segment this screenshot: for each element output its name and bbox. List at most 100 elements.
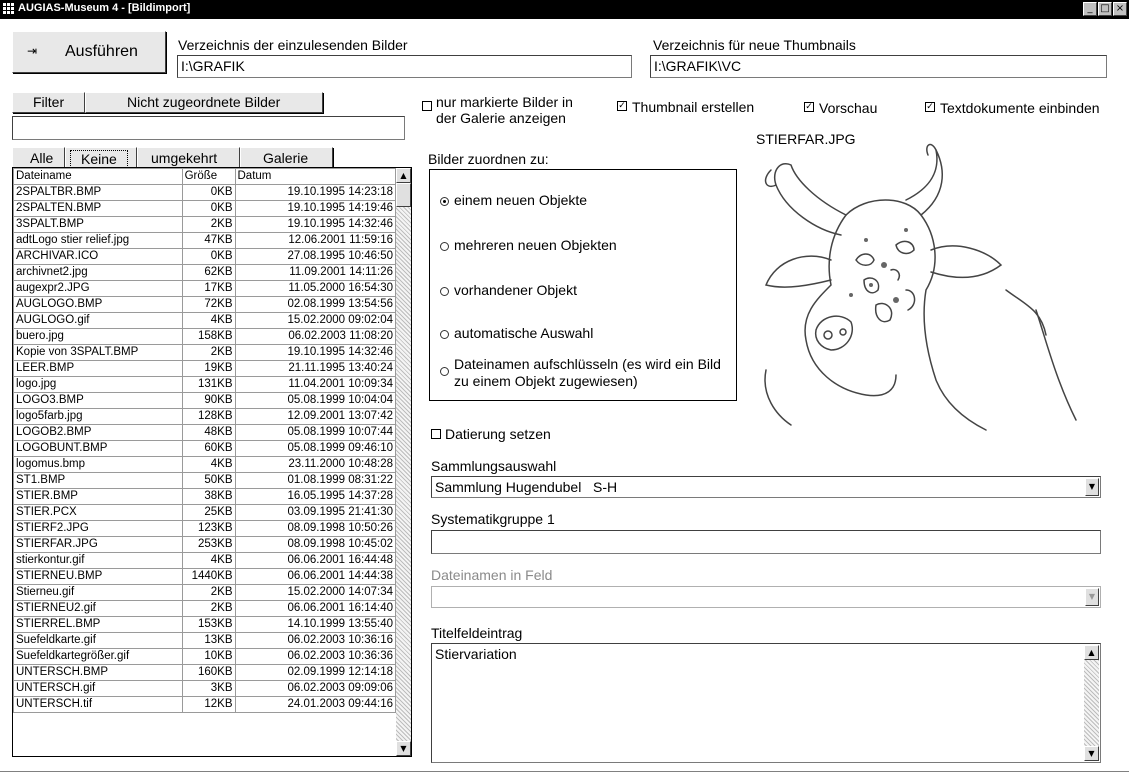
- table-row[interactable]: STIERREL.BMP 153KB 14.10.1999 13:55:40: [13, 616, 396, 633]
- create-thumbnail-checkbox[interactable]: ✓: [617, 101, 627, 111]
- assign-option-4[interactable]: Dateinamen aufschlüsseln (es wird ein Bi…: [454, 356, 721, 390]
- table-row[interactable]: LOGOBUNT.BMP 60KB 05.08.1999 09:46:10: [13, 440, 396, 457]
- assign-option-radio-1[interactable]: [440, 242, 449, 251]
- table-row[interactable]: logo5farb.jpg 128KB 12.09.2001 13:07:42: [13, 408, 396, 425]
- include-text-checkbox[interactable]: ✓: [925, 102, 935, 112]
- scroll-down-icon[interactable]: ▼: [396, 741, 411, 756]
- table-row[interactable]: UNTERSCH.tif 12KB 24.01.2003 09:44:16: [13, 696, 396, 713]
- source-dir-value: I:\GRAFIK: [181, 58, 245, 74]
- table-row[interactable]: ST1.BMP 50KB 01.08.1999 08:31:22: [13, 472, 396, 489]
- thumb-dir-label: Verzeichnis für neue Thumbnails: [653, 37, 856, 53]
- scroll-thumb[interactable]: [396, 183, 411, 207]
- table-row[interactable]: adtLogo stier relief.jpg 47KB 12.06.2001 1…: [13, 232, 396, 249]
- file-date-cell: 06.02.2003 11:08:20: [234, 328, 396, 345]
- systematics-input[interactable]: [431, 530, 1101, 554]
- table-row[interactable]: 3SPALT.BMP 2KB 19.10.1995 14:32:46: [13, 216, 396, 233]
- title-scroll-up-icon[interactable]: ▲: [1084, 645, 1099, 660]
- only-marked-checkbox[interactable]: [422, 101, 432, 111]
- collection-select[interactable]: Sammlung Hugendubel S-H ▼: [431, 476, 1101, 498]
- table-row[interactable]: Stierneu.gif 2KB 15.02.2000 14:07:34: [13, 584, 396, 601]
- file-list[interactable]: Dateiname Größe Datum 2SPALTBR.BMP 0KB 19.…: [12, 167, 412, 757]
- file-date-cell: 06.02.2003 10:36:16: [234, 632, 396, 649]
- table-row[interactable]: STIERF2.JPG 123KB 08.09.1998 10:50:26: [13, 520, 396, 537]
- table-row[interactable]: ARCHIVAR.ICO 0KB 27.08.1995 10:46:50: [13, 248, 396, 265]
- table-row[interactable]: logomus.bmp 4KB 23.11.2000 10:48:28: [13, 456, 396, 473]
- assign-group: einem neuen Objekte mehreren neuen Objek…: [429, 169, 737, 401]
- filename-field-select[interactable]: ▼: [431, 586, 1101, 608]
- table-row[interactable]: STIER.PCX 25KB 03.09.1995 21:41:30: [13, 504, 396, 521]
- table-row[interactable]: archivnet2.jpg 62KB 11.09.2001 14:11:26: [13, 264, 396, 281]
- file-list-scrollbar[interactable]: ▲ ▼: [396, 168, 411, 756]
- filter-input[interactable]: [12, 116, 405, 140]
- execute-button[interactable]: ⇥ Ausführen: [12, 31, 166, 73]
- table-row[interactable]: AUGLOGO.BMP 72KB 02.08.1999 13:54:56: [13, 296, 396, 313]
- assign-option-3[interactable]: automatische Auswahl: [454, 325, 593, 341]
- file-date-cell: 06.06.2001 14:44:38: [234, 568, 396, 585]
- table-row[interactable]: logo.jpg 131KB 11.04.2001 10:09:34: [13, 376, 396, 393]
- filter-button[interactable]: Filter: [12, 92, 85, 113]
- table-row[interactable]: LOGO3.BMP 90KB 05.08.1999 10:04:04: [13, 392, 396, 409]
- assign-option-radio-0[interactable]: [440, 197, 449, 206]
- table-row[interactable]: stierkontur.gif 4KB 06.06.2001 16:44:48: [13, 552, 396, 569]
- file-date-cell: 16.05.1995 14:37:28: [234, 488, 396, 505]
- file-size-cell: 4KB: [181, 552, 236, 569]
- table-row[interactable]: UNTERSCH.gif 3KB 06.02.2003 09:09:06: [13, 680, 396, 697]
- file-name-cell: STIERFAR.JPG: [13, 536, 183, 553]
- maximize-icon[interactable]: □: [1098, 2, 1112, 16]
- file-size-cell: 131KB: [181, 376, 236, 393]
- title-field-textarea[interactable]: Stiervariation ▲ ▼: [431, 643, 1101, 763]
- preview-label: Vorschau: [819, 100, 878, 116]
- select-none-label: Keine: [70, 150, 128, 168]
- only-marked-label-line2: der Galerie anzeigen: [436, 110, 566, 126]
- file-name-cell: Suefeldkarte.gif: [13, 632, 183, 649]
- table-row[interactable]: LEER.BMP 19KB 21.11.1995 13:40:24: [13, 360, 396, 377]
- column-header-size[interactable]: Größe: [181, 168, 236, 185]
- table-row[interactable]: augexpr2.JPG 17KB 11.05.2000 16:54:30: [13, 280, 396, 297]
- assign-option-1[interactable]: mehreren neuen Objekten: [454, 237, 617, 253]
- table-row[interactable]: 2SPALTBR.BMP 0KB 19.10.1995 14:23:18: [13, 184, 396, 201]
- column-header-date[interactable]: Datum: [234, 168, 396, 185]
- column-header-name[interactable]: Dateiname: [13, 168, 183, 185]
- close-icon[interactable]: ×: [1113, 2, 1127, 16]
- title-scroll-down-icon[interactable]: ▼: [1084, 746, 1099, 761]
- file-size-cell: 2KB: [181, 600, 236, 617]
- file-date-cell: 14.10.1999 13:55:40: [234, 616, 396, 633]
- assign-option-radio-4[interactable]: [440, 367, 449, 376]
- file-name-cell: stierkontur.gif: [13, 552, 183, 569]
- collection-dropdown-icon[interactable]: ▼: [1085, 478, 1099, 496]
- dating-checkbox[interactable]: [431, 429, 441, 439]
- table-row[interactable]: Kopie von 3SPALT.BMP 2KB 19.10.1995 14:32:…: [13, 344, 396, 361]
- filename-field-dropdown-icon[interactable]: ▼: [1085, 588, 1099, 606]
- invert-selection-button[interactable]: umgekehrt: [137, 147, 240, 168]
- source-dir-input[interactable]: I:\GRAFIK: [177, 55, 632, 78]
- table-row[interactable]: UNTERSCH.BMP 160KB 02.09.1999 12:14:18: [13, 664, 396, 681]
- title-field-scrollbar[interactable]: ▲ ▼: [1084, 645, 1099, 761]
- file-name-cell: adtLogo stier relief.jpg: [13, 232, 183, 249]
- select-all-button[interactable]: Alle: [12, 147, 65, 168]
- assign-option-0[interactable]: einem neuen Objekte: [454, 192, 587, 208]
- table-row[interactable]: buero.jpg 158KB 06.02.2003 11:08:20: [13, 328, 396, 345]
- minimize-icon[interactable]: _: [1083, 2, 1097, 16]
- table-row[interactable]: STIERNEU.BMP 1440KB 06.06.2001 14:44:38: [13, 568, 396, 585]
- select-none-button[interactable]: Keine: [65, 147, 137, 168]
- table-row[interactable]: 2SPALTEN.BMP 0KB 19.10.1995 14:19:46: [13, 200, 396, 217]
- table-row[interactable]: STIER.BMP 38KB 16.05.1995 14:37:28: [13, 488, 396, 505]
- unassigned-images-button[interactable]: Nicht zugeordnete Bilder: [85, 92, 323, 113]
- table-row[interactable]: Suefeldkarte.gif 13KB 06.02.2003 10:36:16: [13, 632, 396, 649]
- preview-checkbox[interactable]: ✓: [804, 102, 814, 112]
- gallery-button[interactable]: Galerie: [240, 147, 333, 168]
- table-row[interactable]: STIERNEU2.gif 2KB 06.06.2001 16:14:40: [13, 600, 396, 617]
- file-name-cell: 3SPALT.BMP: [13, 216, 183, 233]
- table-row[interactable]: AUGLOGO.gif 4KB 15.02.2000 09:02:04: [13, 312, 396, 329]
- file-name-cell: AUGLOGO.gif: [13, 312, 183, 329]
- assign-option-radio-2[interactable]: [440, 287, 449, 296]
- table-row[interactable]: STIERFAR.JPG 253KB 08.09.1998 10:45:02: [13, 536, 396, 553]
- execute-label: Ausführen: [65, 43, 138, 60]
- assign-option-2[interactable]: vorhandener Objekt: [454, 282, 577, 298]
- assign-option-radio-3[interactable]: [440, 330, 449, 339]
- table-row[interactable]: Suefeldkartegrößer.gif 10KB 06.02.2003 10:…: [13, 648, 396, 665]
- scroll-up-icon[interactable]: ▲: [396, 168, 411, 183]
- thumb-dir-input[interactable]: I:\GRAFIK\VC: [650, 55, 1107, 78]
- table-row[interactable]: LOGOB2.BMP 48KB 05.08.1999 10:07:44: [13, 424, 396, 441]
- file-name-cell: ST1.BMP: [13, 472, 183, 489]
